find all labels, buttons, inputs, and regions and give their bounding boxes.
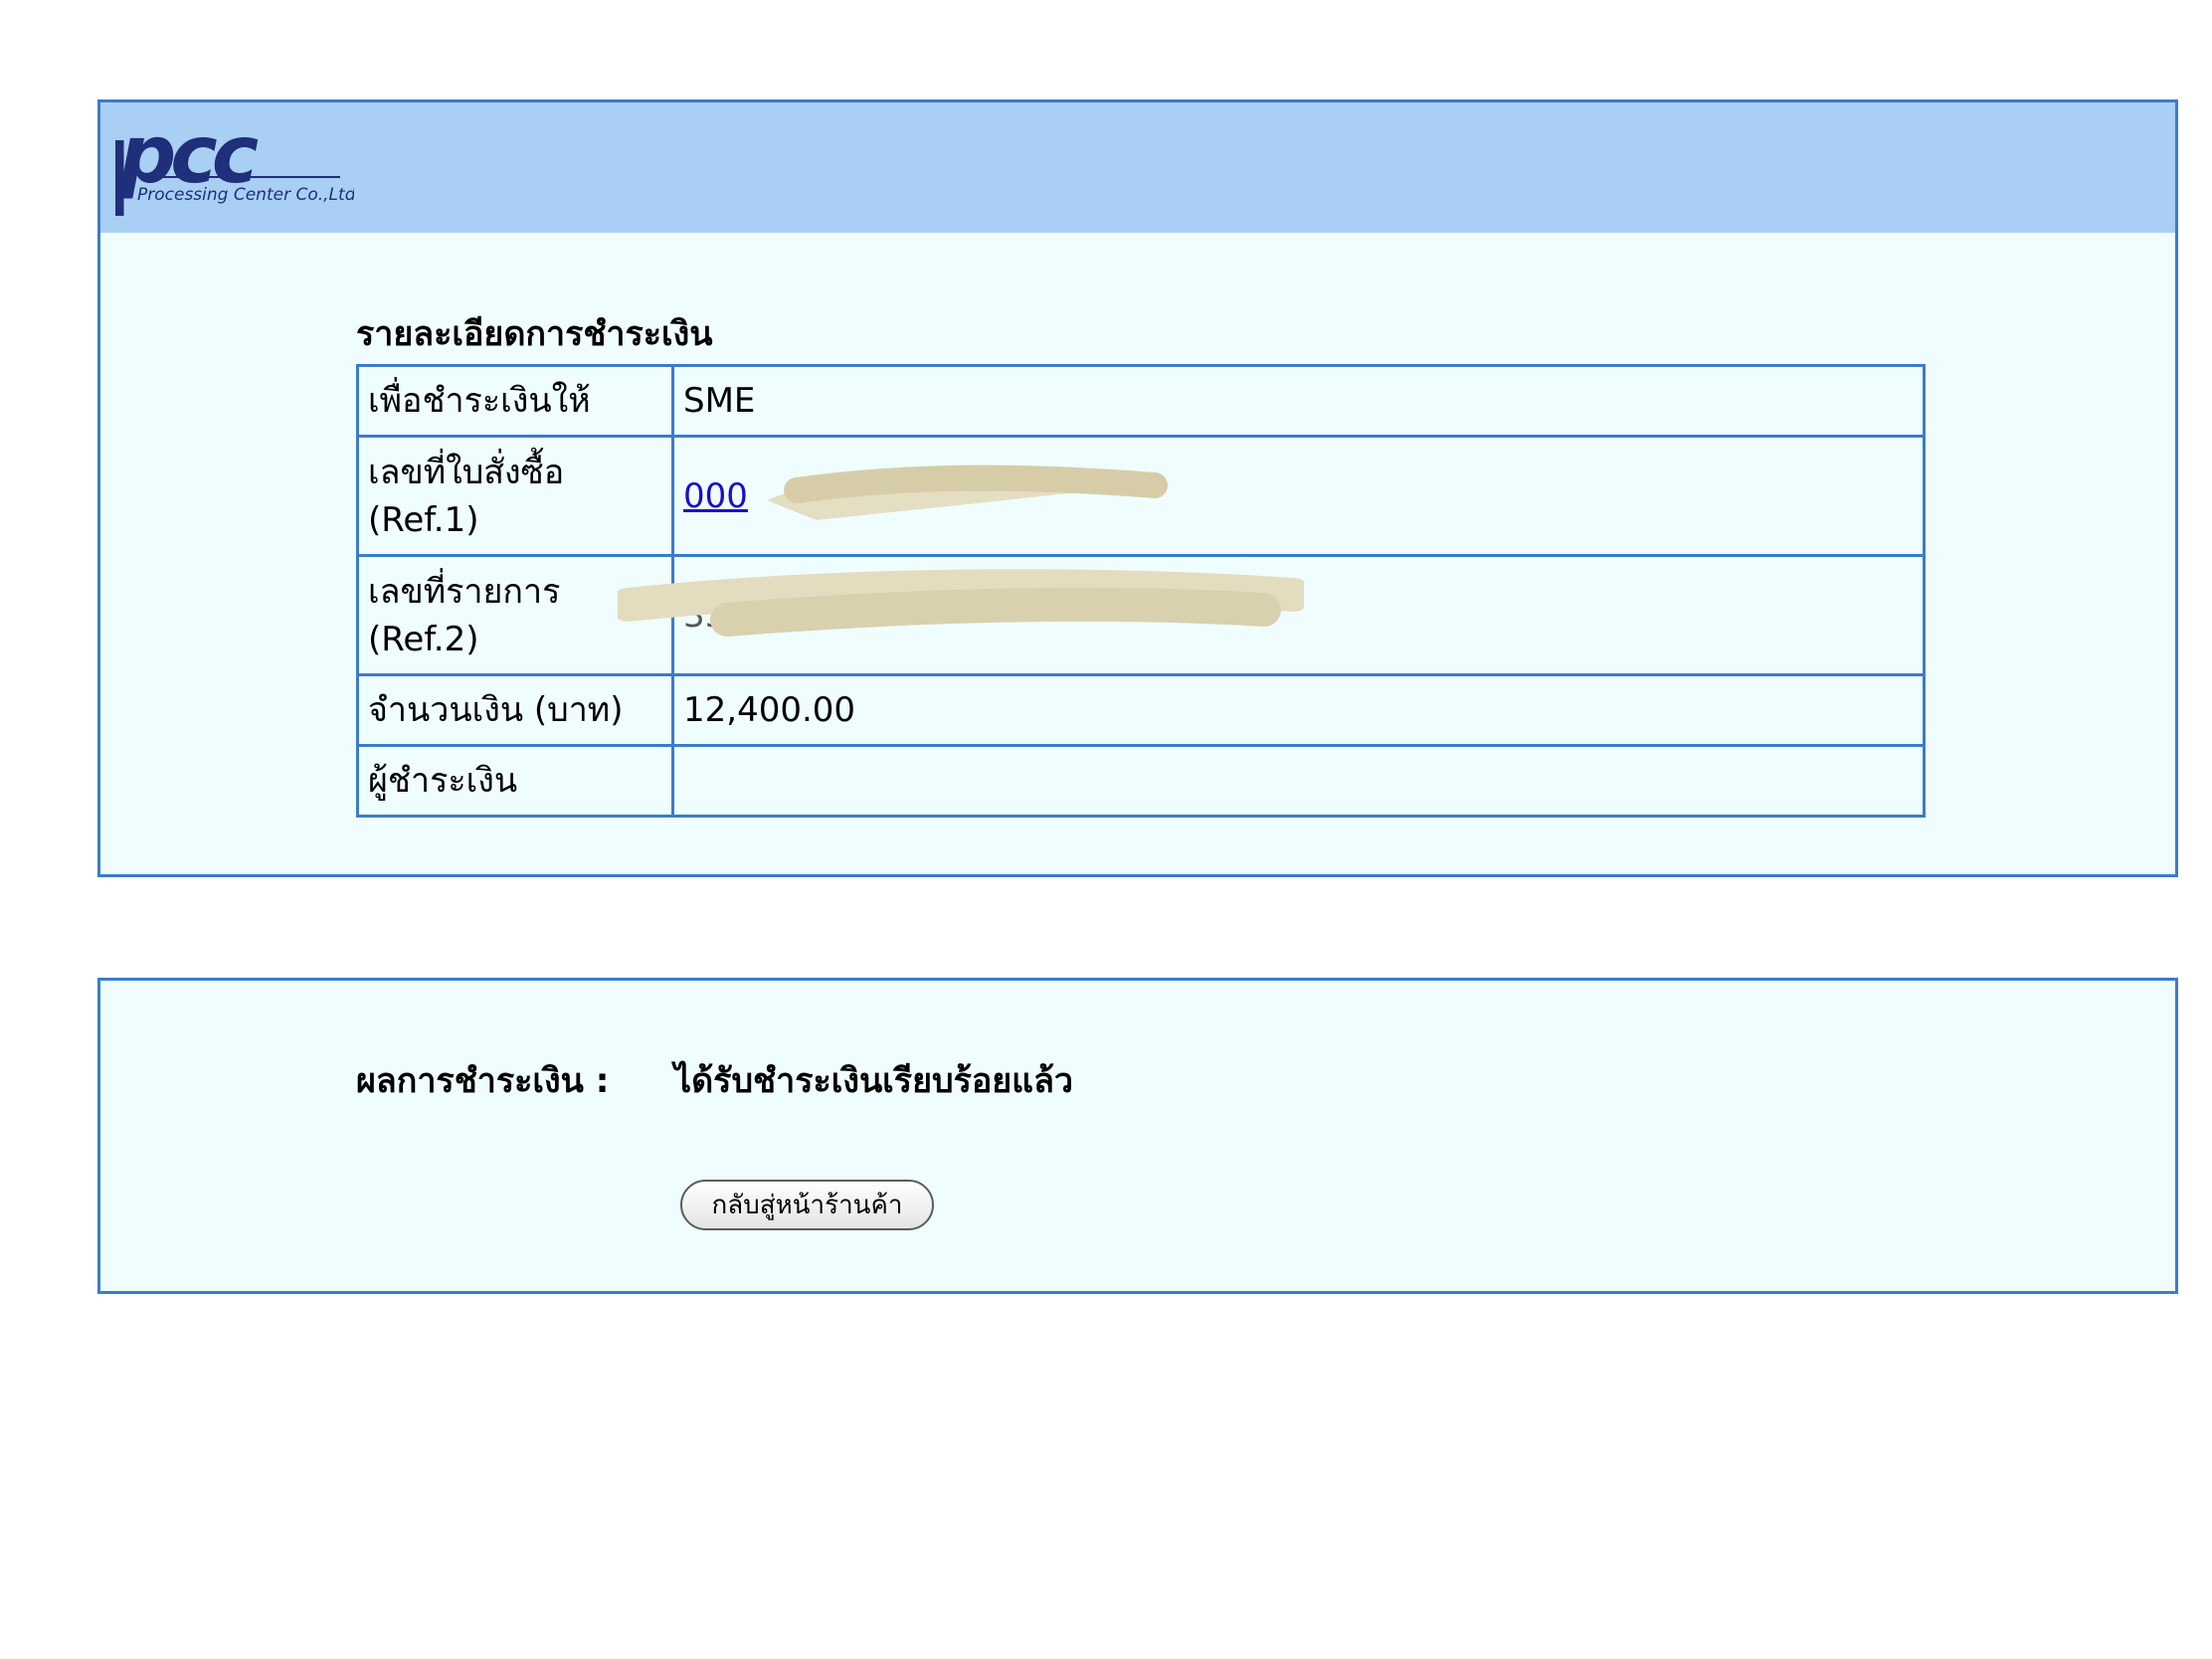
table-row: ผู้ชำระเงิน <box>356 744 1926 818</box>
payment-result-label: ผลการชำระเงิน : <box>356 1061 610 1101</box>
back-to-store-button[interactable]: กลับสู่หน้าร้านค้า <box>680 1180 934 1230</box>
table-row: เลขที่ใบสั่งซื้อ (Ref.1) 000 <box>356 435 1926 557</box>
order-number-cell: 000 <box>671 435 1926 557</box>
order-number-label-line2: (Ref.1) <box>368 499 479 540</box>
transaction-number-label: เลขที่รายการ (Ref.2) <box>356 554 674 676</box>
transaction-number-label-line1: เลขที่รายการ <box>368 571 561 612</box>
payer-label: ผู้ชำระเงิน <box>356 744 674 818</box>
order-number-label: เลขที่ใบสั่งซื้อ (Ref.1) <box>356 435 674 557</box>
svg-text:Processing Center Co.,Ltd.: Processing Center Co.,Ltd. <box>137 185 354 205</box>
amount-label: จำนวนเงิน (บาท) <box>356 673 674 747</box>
pay-to-label: เพื่อชำระเงินให้ <box>356 364 674 438</box>
table-row: จำนวนเงิน (บาท) 12,400.00 <box>356 673 1926 747</box>
header-banner: pcc Processing Center Co.,Ltd. <box>100 102 2175 233</box>
payment-result-panel: ผลการชำระเงิน : ได้รับชำระเงินเรียบร้อยแ… <box>97 978 2178 1294</box>
amount-value: 12,400.00 <box>671 673 1926 747</box>
payment-details-panel: pcc Processing Center Co.,Ltd. รายละเอีย… <box>97 99 2178 877</box>
payment-details-table: เพื่อชำระเงินให้ SME เลขที่ใบสั่งซื้อ (R… <box>356 364 1926 818</box>
pay-to-value: SME <box>671 364 1926 438</box>
transaction-number-label-line2: (Ref.2) <box>368 619 479 659</box>
table-row: เลขที่รายการ (Ref.2) 351 <box>356 554 1926 676</box>
transaction-number-cell: 351 <box>671 554 1926 676</box>
pcc-logo: pcc Processing Center Co.,Ltd. <box>115 120 354 216</box>
order-number-label-line1: เลขที่ใบสั่งซื้อ <box>368 452 565 492</box>
payer-value <box>671 744 1926 818</box>
payment-result-value: ได้รับชำระเงินเรียบร้อยแล้ว <box>674 1061 1074 1101</box>
payment-details-title: รายละเอียดการชำระเงิน <box>356 314 713 354</box>
transaction-number-value: 351 <box>683 595 748 636</box>
table-row: เพื่อชำระเงินให้ SME <box>356 364 1926 438</box>
order-number-link[interactable]: 000 <box>683 476 748 516</box>
